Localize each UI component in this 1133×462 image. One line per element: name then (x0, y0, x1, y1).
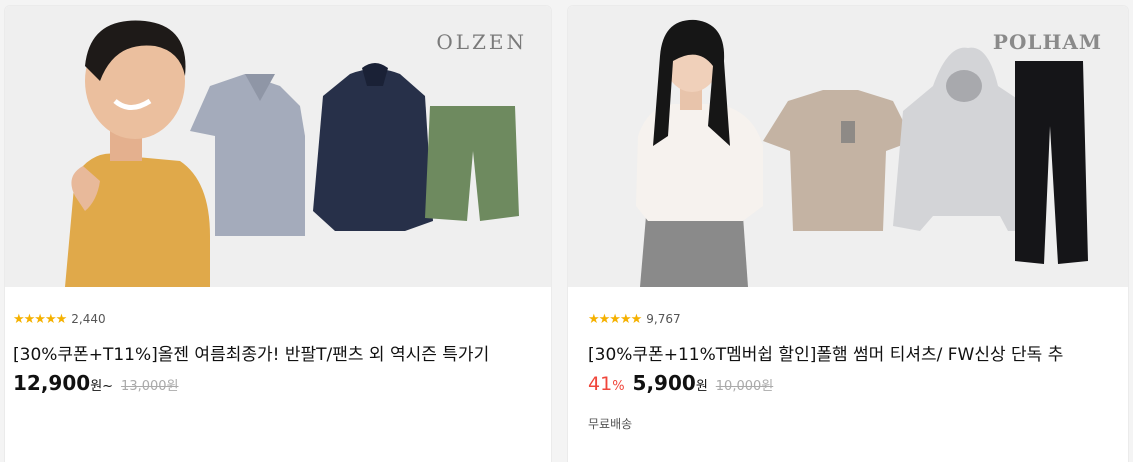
product-title[interactable]: [30%쿠폰+11%T멤버쉽 할인]폴햄 썸머 티셔츠/ FW신상 단독 추 (588, 342, 1108, 368)
price-row: 12,900 원~ 13,000원 (13, 371, 531, 395)
product-card-olzen[interactable]: OLZEN ★★★★★ 2,440 [30%쿠폰+T11%]올젠 여름최종가! … (4, 5, 552, 462)
rating: ★★★★★ 9,767 (588, 311, 1108, 327)
product-title[interactable]: [30%쿠폰+T11%]올젠 여름최종가! 반팔T/팬츠 외 역시즌 특가기 (13, 342, 531, 368)
sale-price: 5,900 (632, 371, 696, 395)
rating: ★★★★★ 2,440 (13, 311, 531, 327)
review-count: 9,767 (646, 312, 681, 326)
product-card-polham[interactable]: POLHAM ★★★★★ 9,767 [30%쿠폰+11%T멤버쉽 할인]폴햄 … (567, 5, 1129, 462)
discount-value: 41 (588, 373, 613, 395)
price-row: 41% 5,900 원 10,000원 (588, 371, 1108, 395)
product-image[interactable]: OLZEN (5, 6, 551, 287)
shipping-badge: 무료배송 (588, 417, 633, 431)
original-price: 13,000원 (121, 379, 179, 394)
product-image[interactable]: POLHAM (568, 6, 1128, 287)
sale-price: 12,900 (13, 371, 91, 395)
original-price: 10,000원 (715, 379, 774, 394)
price-unit: 원 (695, 379, 708, 394)
star-rating-icon: ★★★★★ (588, 311, 642, 327)
price-unit: 원~ (90, 379, 114, 394)
discount-rate: 41% (588, 373, 625, 395)
discount-unit: % (612, 379, 625, 394)
review-count: 2,440 (71, 312, 106, 326)
brand-logo: POLHAM (992, 30, 1102, 54)
product-grid: OLZEN ★★★★★ 2,440 [30%쿠폰+T11%]올젠 여름최종가! … (0, 0, 1133, 462)
brand-logo: OLZEN (436, 30, 527, 54)
star-rating-icon: ★★★★★ (13, 311, 67, 327)
